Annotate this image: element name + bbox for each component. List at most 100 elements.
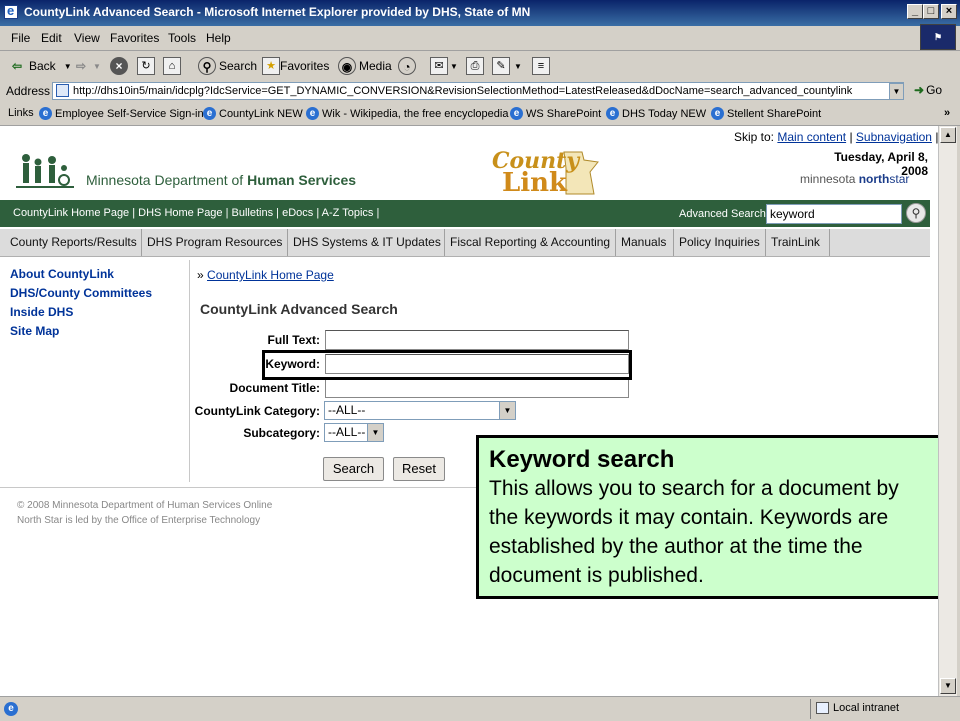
footer: © 2008 Minnesota Department of Human Ser…	[17, 498, 272, 528]
link-employee-self-service[interactable]: e Employee Self-Service Sign-in	[39, 107, 204, 120]
left-nav-inside-dhs[interactable]: Inside DHS	[10, 305, 152, 319]
back-label: Back	[29, 59, 56, 73]
address-dropdown-icon[interactable]: ▼	[889, 83, 904, 100]
skip-main-content-link[interactable]: Main content	[777, 130, 846, 144]
menu-edit[interactable]: Edit	[41, 31, 62, 45]
home-button[interactable]: ⌂	[163, 56, 181, 76]
link-label: Wik - Wikipedia, the free encyclopedia	[322, 107, 509, 120]
menu-tools[interactable]: Tools	[168, 31, 196, 45]
document-title-label: Document Title:	[229, 381, 320, 395]
chevron-down-icon[interactable]: ▼	[499, 402, 515, 419]
media-icon: ◉	[338, 57, 356, 75]
tab-trainlink[interactable]: TrainLink	[766, 229, 830, 256]
window-title-bar[interactable]: CountyLink Advanced Search - Microsoft I…	[0, 0, 960, 26]
dept-bold: Human Services	[247, 172, 357, 188]
go-button[interactable]: ➜ Go	[914, 83, 942, 97]
link-label: Stellent SharePoint	[727, 107, 822, 120]
links-more-chevron-icon[interactable]: »	[944, 107, 950, 119]
link-ws-sharepoint[interactable]: e WS SharePoint	[510, 107, 601, 120]
ie-page-icon: e	[306, 107, 319, 120]
media-button[interactable]: ◉ Media	[338, 56, 392, 76]
tab-policy-inquiries[interactable]: Policy Inquiries	[674, 229, 766, 256]
edit-icon: ✎	[492, 57, 510, 75]
northstar-c: star	[889, 172, 910, 186]
nav-a-z-topics[interactable]: A-Z Topics	[322, 207, 374, 219]
forward-button[interactable]: ⇨ ▼	[72, 56, 101, 76]
breadcrumb-countylink-home[interactable]: CountyLink Home Page	[207, 268, 334, 282]
stop-button[interactable]: ×	[110, 56, 131, 76]
chevron-down-icon[interactable]: ▼	[367, 424, 383, 441]
address-bar: Address http://dhs10in5/main/idcplg?IdcS…	[0, 81, 960, 104]
forward-dropdown-icon[interactable]: ▼	[93, 62, 101, 71]
countylink-logo[interactable]: County Link	[486, 148, 606, 198]
scroll-down-arrow-icon[interactable]: ▼	[940, 678, 956, 694]
vertical-scrollbar[interactable]: ▲ ▼	[938, 126, 957, 696]
minimize-button[interactable]: _	[907, 4, 923, 19]
favorites-button[interactable]: ★ Favorites	[262, 56, 329, 76]
close-button[interactable]: ×	[941, 4, 957, 19]
left-nav-about-countylink[interactable]: About CountyLink	[10, 267, 152, 281]
history-icon: ◔	[398, 57, 416, 75]
ie-page-icon: e	[203, 107, 216, 120]
top-search-go-icon[interactable]: ⚲	[906, 203, 926, 223]
link-countylink-new[interactable]: e CountyLink NEW	[203, 107, 303, 120]
link-wikipedia[interactable]: e Wik - Wikipedia, the free encyclopedia	[306, 107, 508, 120]
left-nav-dhs-county-committees[interactable]: DHS/County Committees	[10, 286, 152, 300]
breadcrumb-chevron-icon: »	[197, 268, 204, 282]
nav-dhs-home[interactable]: DHS Home Page	[138, 207, 222, 219]
edit-button[interactable]: ✎ ▼	[492, 56, 522, 76]
nav-bulletins[interactable]: Bulletins	[232, 207, 274, 219]
category-select[interactable]: --ALL-- ▼	[324, 401, 516, 420]
search-submit-button[interactable]: Search	[323, 457, 384, 481]
edit-dropdown-icon[interactable]: ▼	[514, 62, 522, 71]
link-dhs-today[interactable]: e DHS Today NEW	[606, 107, 706, 120]
tab-dhs-program-resources[interactable]: DHS Program Resources	[142, 229, 288, 256]
skip-subnavigation-link[interactable]: Subnavigation	[856, 130, 932, 144]
address-input[interactable]: http://dhs10in5/main/idcplg?IdcService=G…	[52, 82, 904, 100]
dhs-family-logo-icon[interactable]	[14, 150, 76, 190]
green-nav-bar: CountyLink Home Page | DHS Home Page | B…	[0, 200, 930, 227]
tab-fiscal-reporting[interactable]: Fiscal Reporting & Accounting	[445, 229, 616, 256]
breadcrumb: » CountyLink Home Page	[197, 268, 334, 282]
tab-county-reports[interactable]: County Reports/Results	[5, 229, 142, 256]
ie-page-status-icon: e	[4, 702, 18, 716]
search-button[interactable]: ⚲ Search	[198, 56, 257, 76]
refresh-button[interactable]: ↻	[137, 56, 155, 76]
menu-favorites[interactable]: Favorites	[110, 31, 159, 45]
link-label: DHS Today NEW	[622, 107, 707, 120]
back-dropdown-icon[interactable]: ▼	[64, 62, 72, 71]
skip-label: Skip to:	[734, 130, 775, 144]
maximize-button[interactable]: □	[923, 4, 939, 19]
subcategory-select[interactable]: --ALL-- ▼	[324, 423, 384, 442]
menu-view[interactable]: View	[74, 31, 100, 45]
mail-dropdown-icon[interactable]: ▼	[450, 62, 458, 71]
advanced-search-link[interactable]: Advanced Search	[679, 208, 766, 220]
history-button[interactable]: ◔	[398, 56, 419, 76]
left-nav-site-map[interactable]: Site Map	[10, 324, 152, 338]
skip-links: Skip to: Main content | Subnavigation |	[734, 130, 938, 144]
print-button[interactable]: ⎙	[466, 56, 484, 76]
menu-help[interactable]: Help	[206, 31, 231, 45]
minnesota-northstar-logo[interactable]: minnesota northstar	[800, 172, 909, 186]
nav-edocs[interactable]: eDocs	[282, 207, 313, 219]
subcategory-selected-value: --ALL--	[328, 425, 366, 439]
link-stellent-sharepoint[interactable]: e Stellent SharePoint	[711, 107, 821, 120]
full-text-input[interactable]	[325, 330, 629, 350]
tab-dhs-systems[interactable]: DHS Systems & IT Updates	[288, 229, 445, 256]
back-button[interactable]: ⇦ Back ▼	[8, 56, 72, 76]
nav-countylink-home[interactable]: CountyLink Home Page	[13, 207, 129, 219]
scroll-up-arrow-icon[interactable]: ▲	[940, 127, 956, 143]
menu-file[interactable]: File	[11, 31, 30, 45]
top-search-input[interactable]: keyword	[766, 204, 902, 224]
document-title-input[interactable]	[325, 378, 629, 398]
favorites-label: Favorites	[280, 59, 330, 73]
northstar-a: minnesota	[800, 172, 859, 186]
tab-manuals[interactable]: Manuals	[616, 229, 674, 256]
ie-app-icon[interactable]	[4, 3, 18, 19]
discuss-button[interactable]: ≡	[532, 56, 550, 76]
status-divider	[810, 699, 811, 719]
mail-button[interactable]: ✉ ▼	[430, 56, 458, 76]
reset-button[interactable]: Reset	[393, 457, 445, 481]
refresh-icon: ↻	[137, 57, 155, 75]
links-bar: Links e Employee Self-Service Sign-in e Co…	[0, 103, 960, 126]
